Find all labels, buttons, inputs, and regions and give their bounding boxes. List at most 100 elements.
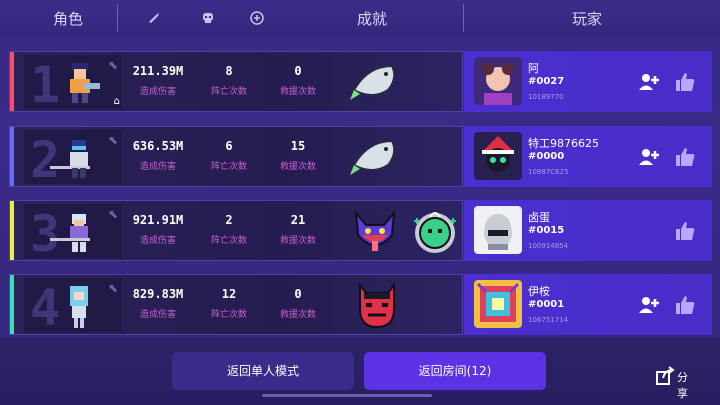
rank-number: 4 [30, 279, 61, 337]
rescues-stat: 0 救援次数 [263, 64, 333, 97]
player-card-4[interactable]: 伊桉 #0001 106751714 [464, 274, 712, 335]
character-portrait: 4 ⬉ [24, 278, 122, 337]
deaths-stat: 12 阵亡次数 [194, 287, 264, 320]
player-card-1[interactable]: 阿 #0027 10189770 [464, 51, 712, 112]
player-name: 卤蛋 [528, 211, 550, 224]
player-row-3: 3 ⬉ 921.91M 造成伤害 2 阵亡次数 21 救援次数 [9, 200, 463, 263]
add-friend-icon[interactable] [638, 71, 660, 93]
damage-value: 211.39M [132, 64, 184, 78]
like-icon[interactable] [674, 146, 696, 168]
damage-stat: 921.91M 造成伤害 [123, 213, 193, 246]
rescues-value: 0 [294, 64, 302, 78]
header-divider [463, 4, 464, 32]
add-friend-icon[interactable] [638, 146, 660, 168]
deaths-value: 12 [221, 287, 237, 301]
like-icon[interactable] [674, 220, 696, 242]
scroll-indicator[interactable] [262, 394, 432, 397]
deaths-value: 2 [225, 213, 233, 227]
rescues-stat: 0 救援次数 [263, 287, 333, 320]
player-avatar [474, 280, 522, 328]
rescues-value: 21 [290, 213, 306, 227]
deaths-stat: 2 阵亡次数 [194, 213, 264, 246]
character-sprite [50, 140, 90, 178]
rank-color-bar [10, 201, 14, 260]
player-row-2: 2 ⬉ 636.53M 造成伤害 6 阵亡次数 15 救援次数 [9, 126, 463, 189]
character-portrait: 3 ⬉ [24, 204, 122, 263]
damage-value: 829.83M [132, 287, 184, 301]
demon-achievement-icon[interactable] [350, 279, 404, 333]
deaths-value: 6 [225, 139, 233, 153]
character-sprite [50, 214, 90, 252]
damage-value: 636.53M [132, 139, 184, 153]
fish-achievement-icon[interactable] [348, 56, 402, 110]
character-portrait: 1 ⬉ ⌂ [24, 55, 122, 114]
deaths-label: 阵亡次数 [210, 236, 247, 246]
share-label: 分享 [677, 371, 688, 400]
ghost-achievement-icon[interactable] [408, 205, 462, 259]
player-card-2[interactable]: 特工9876625 #0000 10987C625 [464, 126, 712, 187]
damage-label: 造成伤害 [139, 87, 176, 97]
deaths-label: 阵亡次数 [210, 87, 247, 97]
player-name: 阿 [528, 62, 539, 75]
share-button[interactable]: 分享 [655, 366, 688, 400]
expand-corner-icon: ⬉ [107, 58, 118, 72]
damage-label: 造成伤害 [139, 236, 176, 246]
header-role: 角色 [53, 10, 84, 28]
player-name: 伊桉 [528, 285, 550, 298]
deaths-stat: 6 阵亡次数 [194, 139, 264, 172]
deaths-value: 8 [225, 64, 233, 78]
damage-value: 921.91M [132, 213, 184, 227]
player-card-3[interactable]: 卤蛋 #0015 100914854 [464, 200, 712, 261]
damage-label: 造成伤害 [139, 162, 176, 172]
expand-corner-icon: ⬉ [107, 133, 118, 147]
rescues-value: 0 [294, 287, 302, 301]
rescue-plus-icon [250, 11, 264, 25]
rank-color-bar [10, 127, 14, 186]
deaths-label: 阵亡次数 [210, 162, 247, 172]
player-avatar [474, 132, 522, 180]
rescues-label: 救援次数 [279, 236, 316, 246]
rescues-stat: 15 救援次数 [263, 139, 333, 172]
damage-stat: 636.53M 造成伤害 [123, 139, 193, 172]
player-id: 10987C625 [528, 168, 569, 176]
return-single-mode-button[interactable]: 返回单人模式 [172, 352, 354, 390]
host-home-icon: ⌂ [113, 96, 120, 107]
player-avatar [474, 57, 522, 105]
damage-stat: 829.83M 造成伤害 [123, 287, 193, 320]
header-player: 玩家 [572, 10, 603, 28]
rank-color-bar [10, 52, 14, 111]
like-icon[interactable] [674, 294, 696, 316]
fish-achievement-icon[interactable] [348, 131, 402, 185]
player-tag: #0015 [528, 225, 565, 236]
character-sprite [70, 286, 88, 328]
wolf-achievement-icon[interactable] [348, 205, 402, 259]
rescues-label: 救援次数 [279, 162, 316, 172]
like-icon[interactable] [674, 71, 696, 93]
return-room-button[interactable]: 返回房间(12) [364, 352, 546, 390]
add-friend-icon[interactable] [638, 294, 660, 316]
player-row-4: 4 ⬉ 829.83M 造成伤害 12 阵亡次数 0 救援次数 [9, 274, 463, 337]
deaths-stat: 8 阵亡次数 [194, 64, 264, 97]
expand-corner-icon: ⬉ [107, 281, 118, 295]
player-id: 106751714 [528, 316, 569, 324]
damage-stat: 211.39M 造成伤害 [123, 64, 193, 97]
weapon-icon [149, 13, 159, 23]
character-portrait: 2 ⬉ [24, 130, 122, 189]
player-avatar [474, 206, 522, 254]
player-id: 100914854 [528, 242, 569, 250]
header-achievement: 成就 [357, 10, 388, 28]
player-row-1: 1 ⬉ ⌂ 211.39M 造成伤害 8 阵亡次数 0 救援次数 [9, 51, 463, 114]
rescues-label: 救援次数 [279, 87, 316, 97]
share-icon [656, 366, 675, 385]
character-sprite [70, 63, 100, 103]
player-id: 10189770 [528, 93, 564, 101]
deaths-label: 阵亡次数 [210, 310, 247, 320]
rank-number: 1 [30, 56, 61, 114]
damage-label: 造成伤害 [139, 310, 176, 320]
scoreboard-header: 角色 成就 玩家 [0, 0, 720, 36]
player-tag: #0000 [528, 151, 565, 162]
expand-corner-icon: ⬉ [107, 207, 118, 221]
rescues-stat: 21 救援次数 [263, 213, 333, 246]
player-tag: #0001 [528, 299, 565, 310]
rescues-label: 救援次数 [279, 310, 316, 320]
